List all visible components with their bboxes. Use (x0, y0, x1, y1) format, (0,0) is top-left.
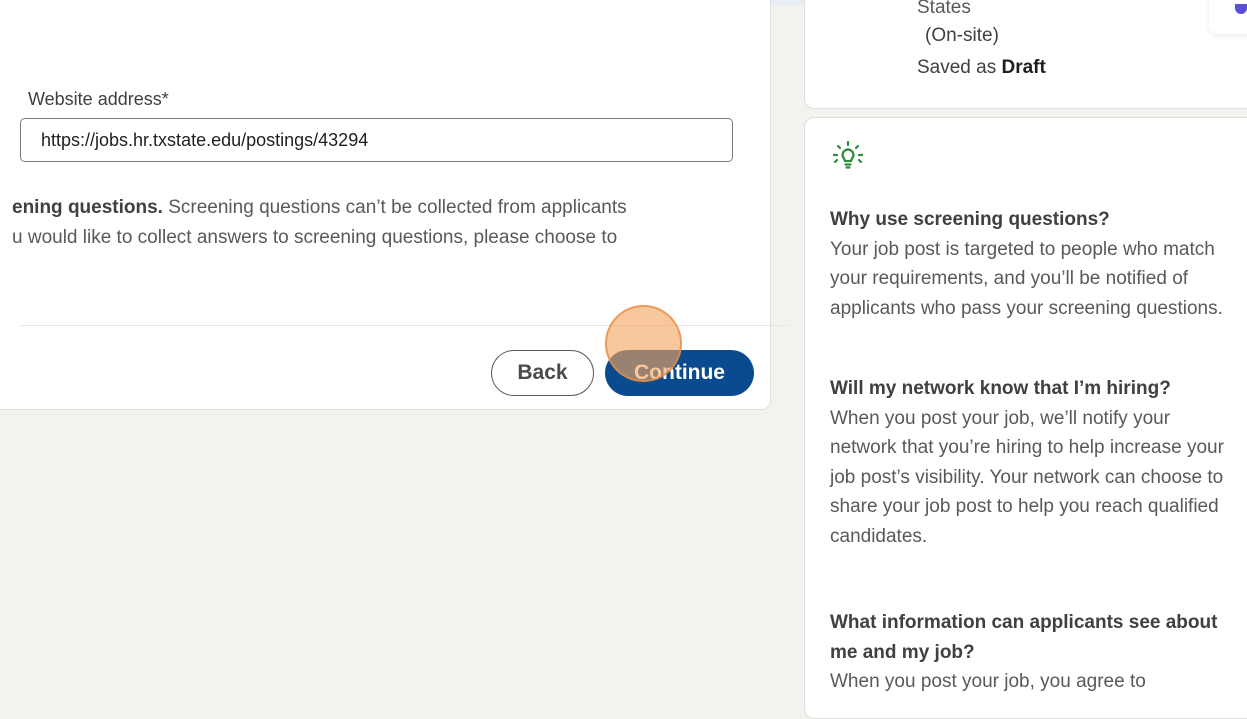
card-divider (20, 325, 788, 326)
lightbulb-icon (832, 140, 864, 169)
faq-question: What information can applicants see abou… (830, 612, 1218, 663)
workplace-type: (On-site) (925, 25, 999, 46)
save-status-value: Draft (1001, 57, 1046, 78)
faq-answer: Your job post is targeted to people who … (830, 238, 1223, 319)
faq-answer: When you post your job, you agree to (830, 671, 1146, 692)
faq-question: Will my network know that I’m hiring? (830, 378, 1171, 399)
screening-notice: ening questions. Screening questions can… (12, 193, 752, 253)
screening-notice-line1: Screening questions can’t be collected f… (162, 197, 627, 218)
website-address-label: Website address* (28, 89, 169, 109)
screening-notice-line2: u would like to collect answers to scree… (12, 227, 618, 248)
help-panel: Why use screening questions? Your job po… (804, 117, 1247, 719)
continue-button[interactable]: Continue (605, 350, 754, 396)
job-location-line: States (917, 0, 971, 18)
job-summary-card: States (On-site) Saved as Draft (804, 0, 1247, 109)
faq-answer: When you post your job, we’ll notify you… (830, 407, 1224, 547)
faq-applicant-info: What information can applicants see abou… (830, 608, 1230, 697)
website-address-input[interactable] (20, 118, 733, 162)
save-status-prefix: Saved as (917, 57, 1002, 78)
back-button[interactable]: Back (491, 350, 594, 396)
faq-network: Will my network know that I’m hiring? Wh… (830, 374, 1230, 551)
screening-notice-bold: ening questions. (12, 197, 163, 218)
faq-screening: Why use screening questions? Your job po… (830, 205, 1230, 323)
corner-widget[interactable] (1209, 0, 1247, 34)
corner-badge (1235, 4, 1247, 14)
faq-question: Why use screening questions? (830, 209, 1110, 230)
save-status: Saved as Draft (917, 57, 1046, 79)
